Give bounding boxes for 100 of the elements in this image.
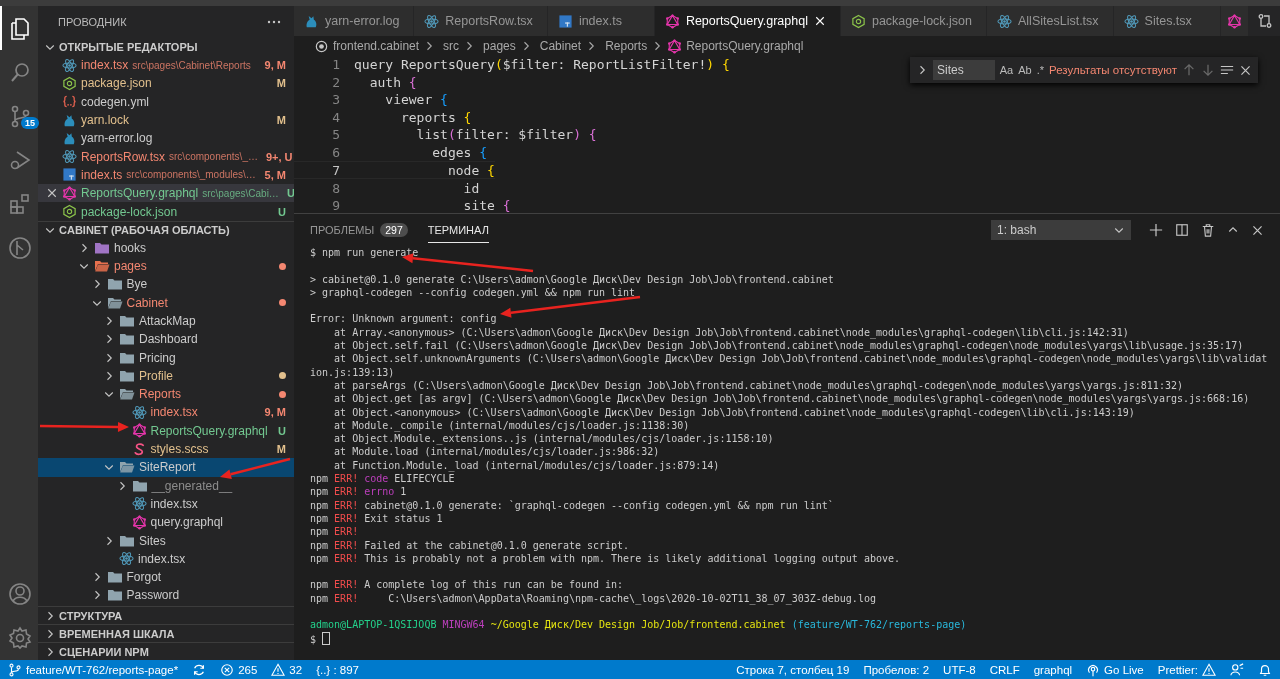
editor-tab[interactable]: Sites.tsx bbox=[1113, 6, 1221, 36]
open-editor-item[interactable]: yarn.lock M bbox=[38, 110, 294, 130]
breadcrumb-item[interactable]: pages bbox=[479, 39, 516, 53]
compare-icon[interactable] bbox=[1256, 13, 1273, 29]
terminal-line: at parseArgs (C:\Users\admon\Google Диск\Dev Design Job\Job\frontend.cabinet\node_modules\graphql-codegen\node_modules\yargs\yargs.js:811:32) bbox=[333, 379, 1183, 391]
plus-icon[interactable] bbox=[1149, 223, 1163, 237]
folder-item[interactable]: Pricing bbox=[38, 348, 294, 367]
code-line: reports { bbox=[399, 108, 472, 126]
split-icon[interactable] bbox=[1175, 223, 1189, 237]
arrow-down-icon[interactable] bbox=[1201, 63, 1215, 77]
find-option[interactable]: Aa bbox=[999, 64, 1014, 76]
editor-tab[interactable]: package-lock.json bbox=[840, 6, 987, 36]
folder-item[interactable]: Password bbox=[38, 586, 294, 605]
breadcrumb-item[interactable]: Cabinet bbox=[535, 39, 582, 53]
terminal-line: npm ERR! code ELIFECYCLE bbox=[310, 473, 455, 485]
folder-item[interactable]: Forgot bbox=[38, 568, 294, 587]
file-item[interactable]: styles.scss M bbox=[38, 439, 294, 459]
section-header[interactable]: CABINET (РАБОЧАЯ ОБЛАСТЬ) bbox=[38, 220, 294, 239]
person-icon[interactable] bbox=[1230, 662, 1244, 677]
open-editor-item[interactable]: package.json M bbox=[38, 74, 294, 93]
folder-item[interactable]: hooks bbox=[38, 238, 294, 257]
terminal-line: npm ERR! bbox=[310, 526, 359, 538]
breadcrumb-item[interactable]: ReportsQuery.graphql bbox=[667, 38, 804, 54]
open-editor-item[interactable]: yarn-error.log bbox=[38, 129, 294, 148]
breadcrumb-item[interactable]: frontend.cabinet bbox=[314, 38, 420, 54]
notification-badge: 15 bbox=[21, 117, 39, 129]
file-item[interactable]: ReportsQuery.graphql U bbox=[38, 421, 294, 440]
editor-tab[interactable]: ReportsRow.tsx bbox=[414, 6, 548, 36]
terminal-line: > graphql-codegen --config codegen.yml && npm run lint bbox=[310, 286, 636, 298]
settings-icon[interactable] bbox=[8, 626, 32, 650]
status-item[interactable]: 265 bbox=[220, 662, 258, 677]
open-editor-item[interactable]: codegen.yml bbox=[38, 92, 294, 111]
status-item[interactable]: {..} : 897 bbox=[316, 663, 359, 676]
arrow-up-icon[interactable] bbox=[1182, 63, 1196, 77]
open-editor-item[interactable]: index.tsx src\pages\Cabinet\Reports 9, M bbox=[38, 56, 294, 75]
folder-item[interactable]: Sites bbox=[38, 531, 294, 550]
breadcrumb-item[interactable]: Reports bbox=[601, 39, 648, 53]
file-item[interactable]: query.graphql bbox=[38, 513, 294, 532]
open-editor-item[interactable]: index.ts src\components\_modules\… 5, M bbox=[38, 165, 294, 185]
sync-icon[interactable] bbox=[192, 662, 207, 677]
file-item[interactable]: index.tsx bbox=[38, 549, 294, 568]
lines-icon[interactable] bbox=[1220, 63, 1234, 77]
status-item[interactable]: graphql bbox=[1033, 663, 1073, 676]
folder-item[interactable]: SiteReport bbox=[38, 458, 294, 477]
section-header[interactable]: СТРУКТУРА bbox=[38, 606, 294, 624]
file-item[interactable]: index.tsx 9, M bbox=[38, 403, 294, 422]
editor-tab[interactable] bbox=[1220, 6, 1249, 36]
files-icon[interactable] bbox=[8, 16, 32, 40]
file-name: hooks bbox=[114, 240, 147, 255]
terminal-dropdown[interactable]: 1: bash bbox=[991, 220, 1131, 240]
folder-item[interactable]: pages bbox=[38, 256, 294, 276]
find-option[interactable]: .* bbox=[1036, 64, 1045, 76]
folder-icon bbox=[106, 276, 123, 293]
status-item[interactable]: 32 bbox=[271, 662, 303, 677]
breadcrumb-item[interactable]: src bbox=[439, 39, 460, 53]
folder-item[interactable]: Profile bbox=[38, 366, 294, 386]
ts-square-icon bbox=[62, 167, 77, 183]
panel-tab[interactable]: ПРОБЛЕМЫ 297 bbox=[310, 217, 408, 243]
editor-tab[interactable]: AllSitesList.tsx bbox=[987, 6, 1114, 36]
status-item[interactable]: Go Live bbox=[1086, 662, 1144, 677]
open-editor-item[interactable]: ReportsRow.tsx src\components\_… 9+, U bbox=[38, 147, 294, 166]
terminal-line: npm ERR! A complete log of this run can be found in: bbox=[310, 579, 624, 591]
folder-item[interactable]: __generated__ bbox=[38, 476, 294, 495]
close-icon[interactable] bbox=[813, 15, 826, 27]
find-input[interactable]: Sites bbox=[933, 60, 995, 80]
status-item[interactable]: Строка 7, столбец 19 bbox=[736, 663, 850, 676]
folder-item[interactable]: Cabinet bbox=[38, 293, 294, 312]
folder-item[interactable]: AttackMap bbox=[38, 311, 294, 331]
section-header[interactable]: ОТКРЫТЫЕ РЕДАКТОРЫ bbox=[38, 38, 294, 56]
status-item[interactable]: UTF-8 bbox=[943, 663, 976, 676]
extensions-icon[interactable] bbox=[8, 192, 32, 216]
git-graph-icon[interactable] bbox=[8, 236, 32, 260]
close-icon[interactable] bbox=[1239, 63, 1252, 77]
close-icon[interactable] bbox=[46, 187, 58, 200]
find-option[interactable]: Ab bbox=[1018, 64, 1032, 76]
editor-tab[interactable]: index.ts bbox=[547, 6, 655, 36]
open-editor-item[interactable]: package-lock.json U bbox=[38, 202, 294, 221]
folder-item[interactable]: Bye bbox=[38, 275, 294, 294]
file-item[interactable]: index.tsx bbox=[38, 494, 294, 514]
folder-item[interactable]: Dashboard bbox=[38, 330, 294, 349]
folder-icon bbox=[106, 587, 123, 604]
bell-icon[interactable] bbox=[1258, 662, 1272, 677]
editor-tab[interactable]: ReportsQuery.graphql bbox=[654, 6, 841, 36]
search-icon[interactable] bbox=[8, 60, 32, 84]
section-header[interactable]: ВРЕМЕННАЯ ШКАЛА bbox=[38, 624, 294, 642]
trash-icon[interactable] bbox=[1201, 223, 1215, 237]
file-name: ReportsQuery.graphql bbox=[150, 423, 268, 438]
run-debug-icon[interactable] bbox=[8, 148, 32, 172]
close-icon[interactable] bbox=[1251, 223, 1264, 237]
editor-tab[interactable]: yarn-error.log bbox=[294, 6, 415, 36]
atom-icon bbox=[424, 13, 440, 29]
account-icon[interactable] bbox=[8, 582, 32, 606]
panel-tab[interactable]: ТЕРМИНАЛ bbox=[427, 217, 489, 243]
folder-item[interactable]: Reports bbox=[38, 385, 294, 404]
code-line: node { bbox=[446, 163, 495, 178]
status-item[interactable]: Prettier: bbox=[1157, 662, 1216, 677]
status-item[interactable]: feature/WT-762/reports-page* bbox=[8, 662, 179, 677]
status-item[interactable]: CRLF bbox=[989, 663, 1020, 676]
status-item[interactable]: Пробелов: 2 bbox=[863, 663, 930, 676]
open-editor-item[interactable]: ReportsQuery.graphql src\pages\Cabi… U bbox=[38, 184, 294, 203]
